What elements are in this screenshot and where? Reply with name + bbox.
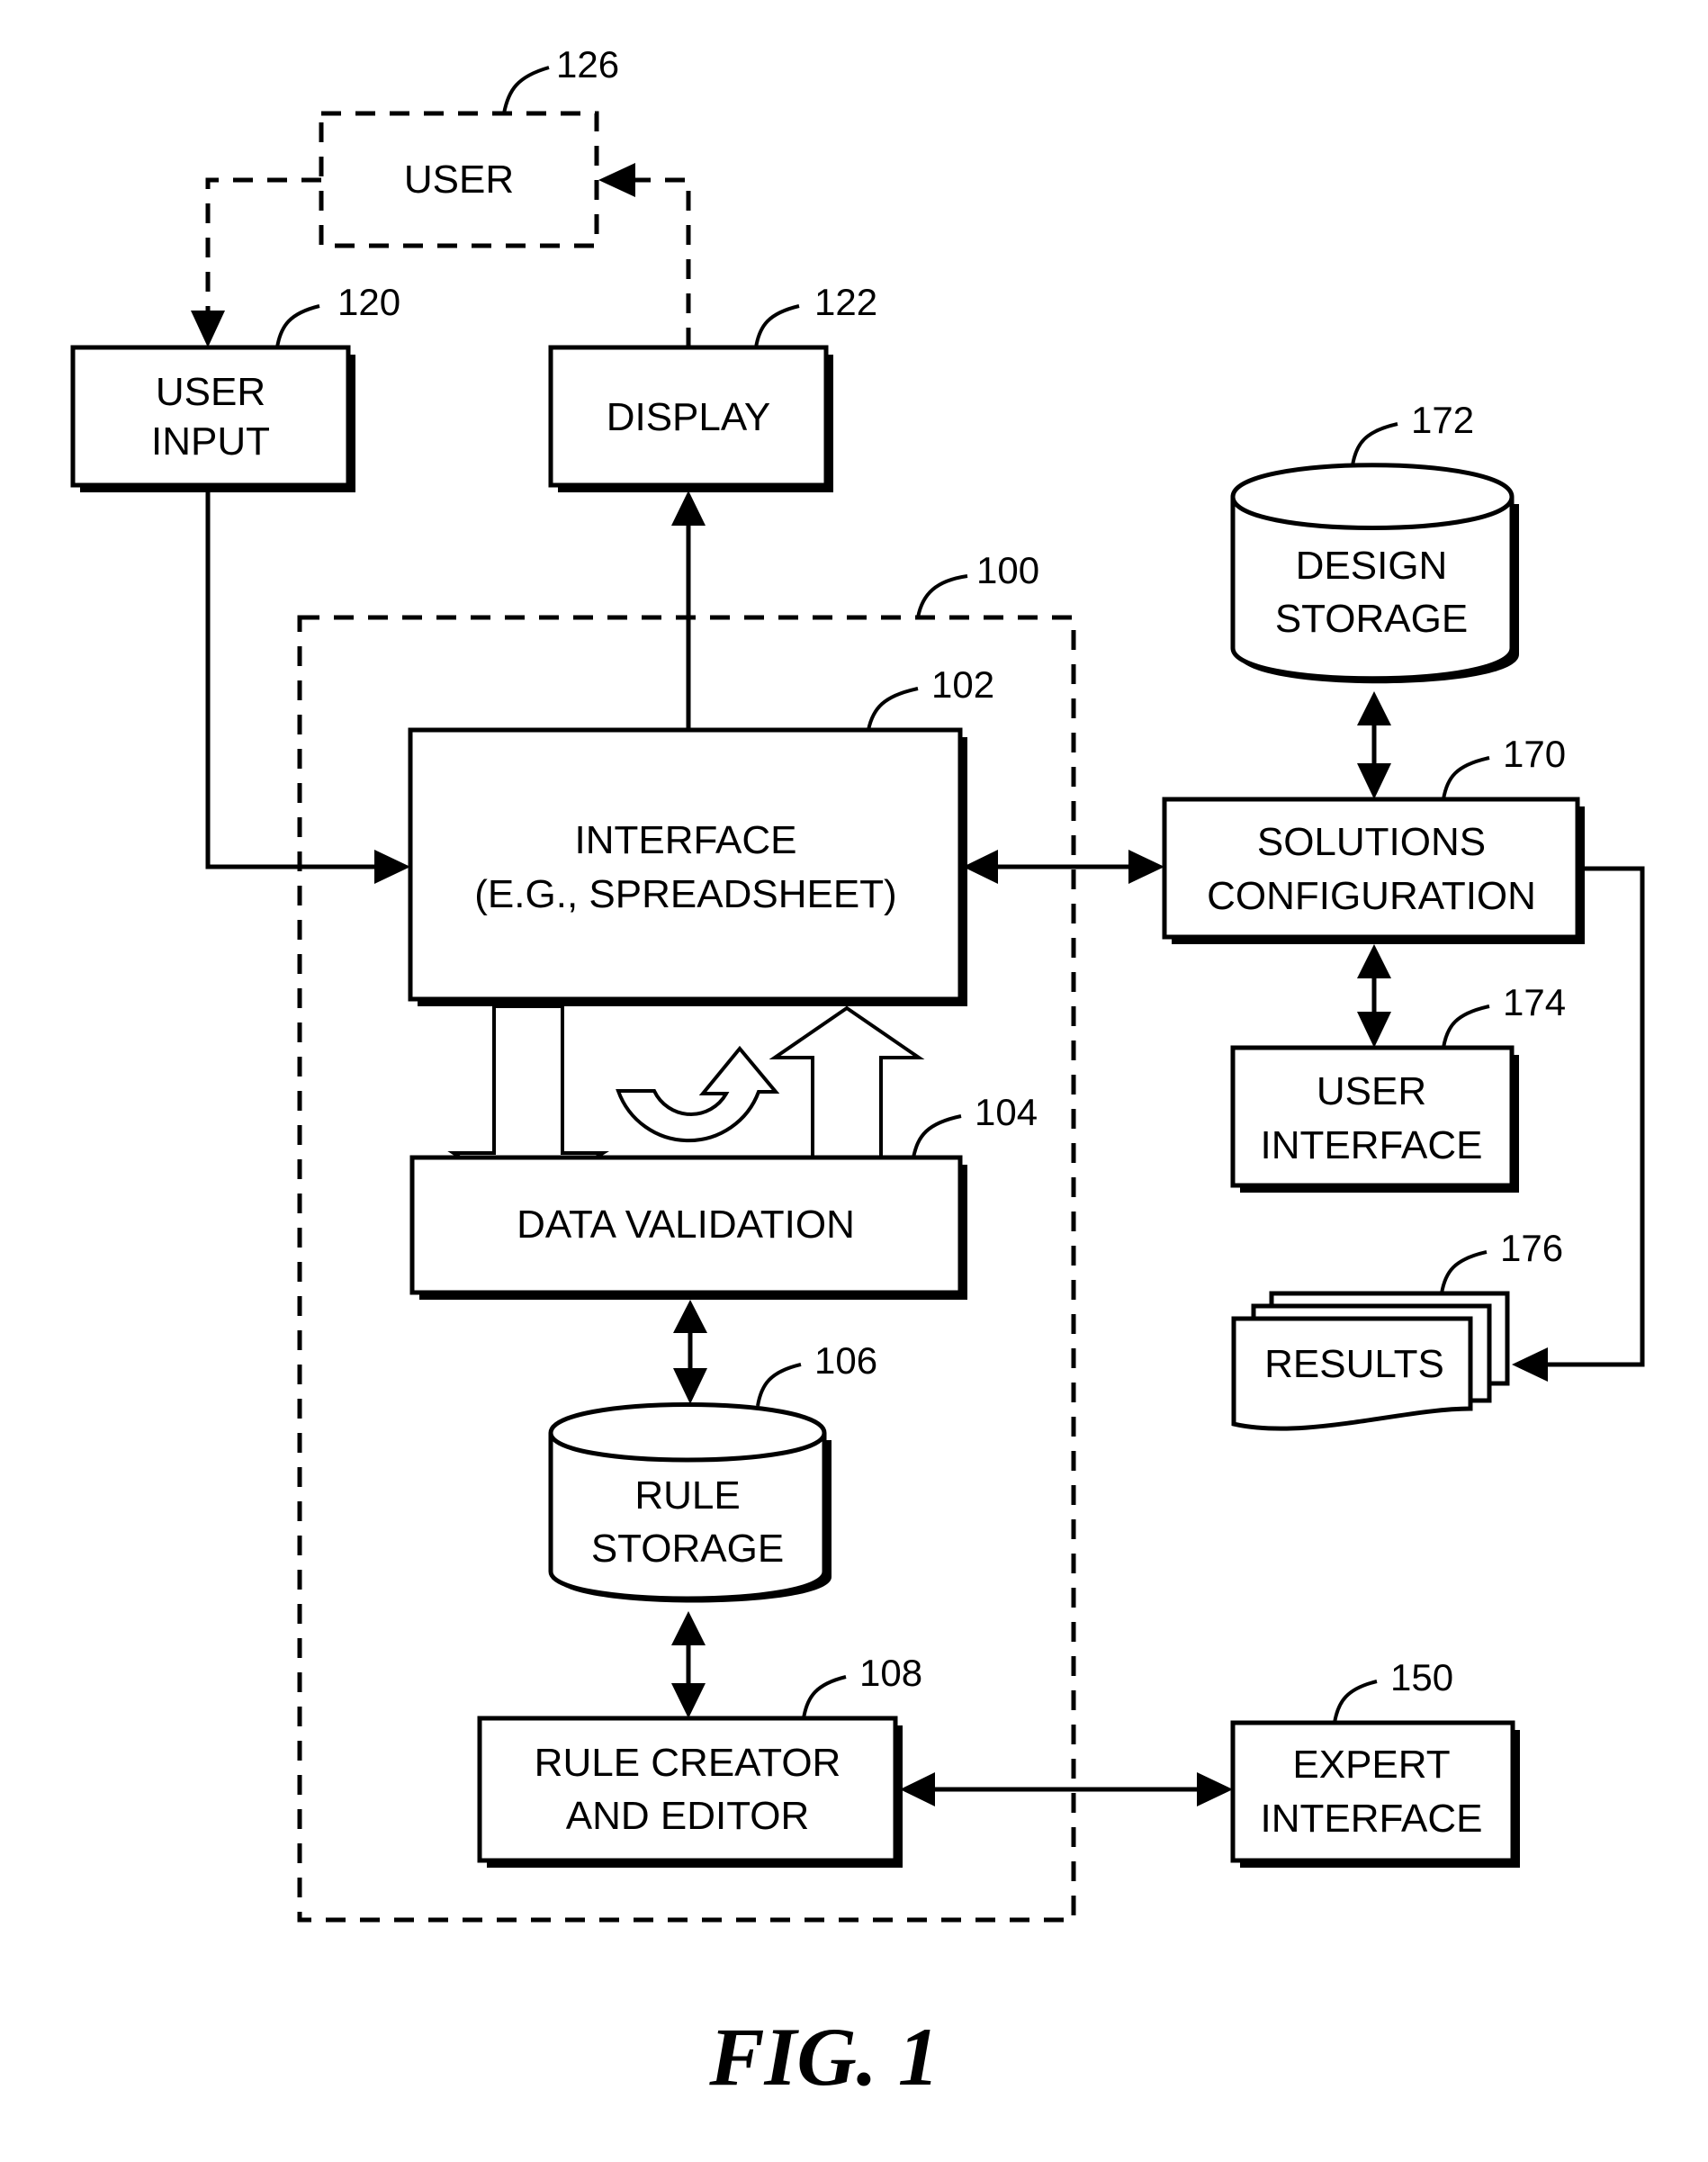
hollow-arrow-up-icon <box>769 1005 925 1159</box>
results-label: RESULTS <box>1264 1342 1444 1386</box>
expert-interface-label-line2: INTERFACE <box>1261 1797 1483 1841</box>
ref-leader-172 <box>1351 422 1398 466</box>
ref-174: 174 <box>1503 981 1566 1023</box>
data-validation-node: DATA VALIDATION <box>409 1155 967 1300</box>
ref-106: 106 <box>814 1339 877 1382</box>
user-label: USER <box>404 158 514 202</box>
ref-104: 104 <box>975 1091 1038 1133</box>
ref-102: 102 <box>931 663 994 706</box>
ref-leader-122 <box>754 304 800 348</box>
expert-interface-label-line1: EXPERT <box>1292 1743 1450 1787</box>
ref-leader-126 <box>502 66 550 114</box>
arrowhead-left-icon <box>963 850 998 884</box>
rule-storage-label-line1: RULE <box>634 1473 740 1518</box>
arrowhead-down-icon <box>673 1368 707 1404</box>
user-input-box <box>70 345 351 488</box>
ref-108: 108 <box>859 1652 922 1694</box>
solutions-configuration-node: SOLUTIONS CONFIGURATION <box>1162 797 1585 944</box>
arrowhead-left-icon <box>598 163 635 197</box>
design-storage-label-line2: STORAGE <box>1275 597 1468 641</box>
data-validation-label: DATA VALIDATION <box>517 1203 855 1247</box>
arrowhead-down-icon <box>1357 763 1391 799</box>
interface-label-line1: INTERFACE <box>575 818 797 862</box>
arrowhead-down-icon <box>1357 1012 1391 1048</box>
ref-leader-108 <box>802 1675 847 1719</box>
rule-storage-node: RULE STORAGE <box>548 1402 832 1603</box>
ref-leader-102 <box>867 687 919 731</box>
arrowhead-up-icon <box>671 491 706 526</box>
arrowhead-left-icon <box>1512 1347 1548 1382</box>
solutions-configuration-label-line2: CONFIGURATION <box>1207 874 1536 918</box>
ref-leader-100 <box>916 574 968 618</box>
ref-126: 126 <box>556 43 619 86</box>
ref-120: 120 <box>337 281 400 323</box>
dashed-connector-user-to-input <box>205 177 321 311</box>
user-input-label-line2: INPUT <box>151 419 270 464</box>
arrowhead-right-icon <box>1128 850 1164 884</box>
design-storage-node: DESIGN STORAGE <box>1230 463 1519 684</box>
user-input-label-line1: USER <box>156 370 265 414</box>
arrowhead-right-icon <box>1197 1772 1233 1806</box>
user-interface-node: USER INTERFACE <box>1230 1045 1519 1193</box>
block-diagram: USER 126 USER INPUT 120 DISPLAY 122 100 … <box>70 43 1645 2103</box>
interface-label-line2: (E.G., SPREADSHEET) <box>474 872 896 916</box>
arrowhead-up-icon <box>671 1611 706 1645</box>
arrowhead-left-icon <box>900 1772 935 1806</box>
arrowhead-up-icon <box>673 1300 707 1333</box>
ref-122: 122 <box>814 281 877 323</box>
ref-leader-150 <box>1333 1680 1378 1724</box>
dashed-connector-display-to-user <box>632 177 691 347</box>
arrowhead-up-icon <box>1357 944 1391 978</box>
user-node: USER <box>319 111 599 248</box>
ref-150: 150 <box>1390 1656 1453 1698</box>
display-label: DISPLAY <box>607 395 771 439</box>
ref-170: 170 <box>1503 733 1566 775</box>
rule-storage-label-line2: STORAGE <box>591 1527 784 1571</box>
ref-176: 176 <box>1500 1227 1563 1269</box>
connector-input-to-interface <box>205 492 376 869</box>
rule-creator-box <box>477 1716 898 1863</box>
ref-leader-104 <box>912 1114 962 1158</box>
results-node: RESULTS <box>1231 1291 1510 1431</box>
user-input-node: USER INPUT <box>70 345 355 492</box>
rule-creator-label-line2: AND EDITOR <box>566 1794 810 1838</box>
figure-caption: FIG. 1 <box>708 2011 939 2103</box>
ref-leader-120 <box>275 304 320 348</box>
user-interface-label-line2: INTERFACE <box>1261 1123 1483 1167</box>
ref-leader-176 <box>1440 1250 1488 1294</box>
ref-172: 172 <box>1411 399 1474 441</box>
design-storage-label-line1: DESIGN <box>1296 544 1448 588</box>
ref-100: 100 <box>976 549 1039 591</box>
loop-arrow-icon <box>616 1045 780 1143</box>
arrowhead-down-icon <box>191 311 225 347</box>
arrowhead-right-icon <box>374 850 410 884</box>
rule-creator-label-line1: RULE CREATOR <box>535 1741 841 1785</box>
arrowhead-down-icon <box>671 1683 706 1718</box>
ref-leader-106 <box>756 1363 802 1407</box>
rule-creator-node: RULE CREATOR AND EDITOR <box>477 1716 903 1868</box>
display-node: DISPLAY <box>548 345 833 492</box>
user-interface-label-line1: USER <box>1317 1069 1426 1113</box>
expert-interface-node: EXPERT INTERFACE <box>1230 1720 1520 1868</box>
interface-node: INTERFACE (E.G., SPREADSHEET) <box>408 727 967 1006</box>
solutions-configuration-label-line1: SOLUTIONS <box>1257 820 1486 864</box>
interface-box <box>408 727 963 1002</box>
arrowhead-up-icon <box>1357 691 1391 725</box>
ref-leader-174 <box>1442 1004 1490 1049</box>
ref-leader-170 <box>1442 756 1490 800</box>
